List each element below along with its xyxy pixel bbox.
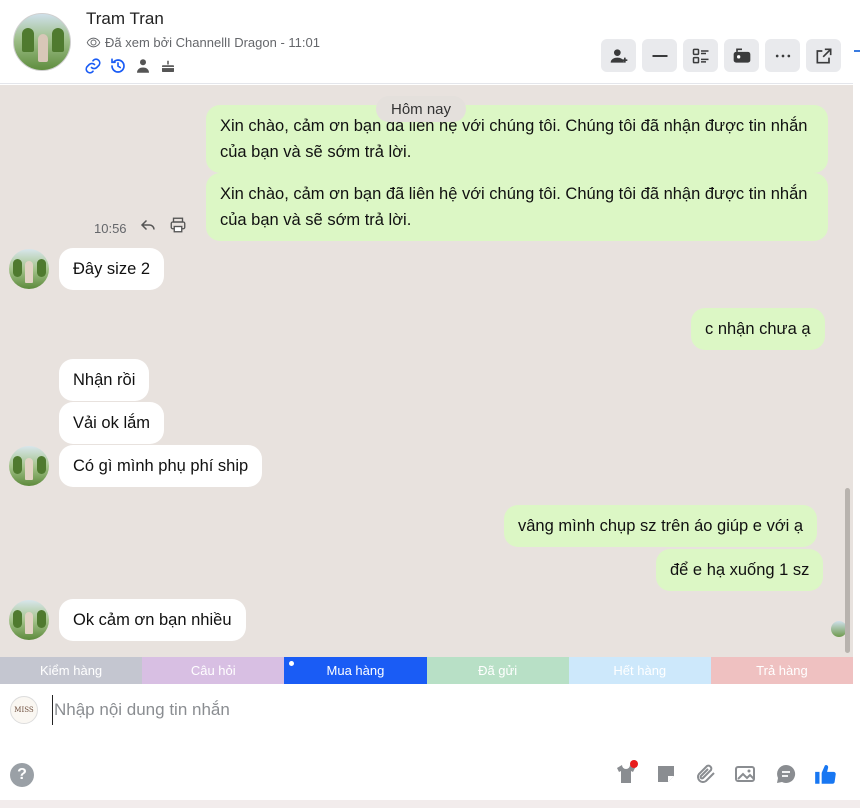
contact-name[interactable]: Tram Tran bbox=[86, 9, 164, 29]
message-list[interactable]: Hôm nay Xin chào, cảm ơn bạn đã liên hệ … bbox=[0, 85, 853, 657]
selected-dot bbox=[289, 661, 295, 666]
message-outgoing[interactable]: Xin chào, cảm ơn bạn đã liên hệ với chún… bbox=[206, 173, 828, 241]
label-tag-bar: Kiểm hàng Câu hỏi Mua hàng Đã gửi Hết hà… bbox=[0, 657, 854, 684]
tag-label: Câu hỏi bbox=[190, 663, 236, 678]
tag-cau-hoi[interactable]: Câu hỏi bbox=[142, 657, 285, 684]
external-link-icon[interactable] bbox=[806, 39, 841, 72]
tag-kiem-hang[interactable]: Kiểm hàng bbox=[0, 657, 143, 684]
message-input[interactable] bbox=[52, 695, 832, 725]
tag-label: Hết hàng bbox=[613, 663, 667, 678]
print-icon[interactable] bbox=[166, 213, 190, 237]
message-incoming[interactable]: Đây size 2 bbox=[59, 248, 165, 290]
message-outgoing[interactable]: Xin chào, cảm ơn bạn đã liên hệ với chún… bbox=[206, 105, 828, 173]
chat-header: Tram Tran Đã xem bởi ChannellI Dragon - … bbox=[0, 0, 853, 84]
message-incoming[interactable]: Ok cảm ơn bạn nhiều bbox=[59, 599, 246, 641]
history-icon[interactable] bbox=[109, 57, 127, 75]
tag-label: Mua hàng bbox=[326, 663, 385, 678]
tag-het-hang[interactable]: Hết hàng bbox=[568, 657, 711, 684]
message-outgoing[interactable]: để e hạ xuống 1 sz bbox=[656, 549, 824, 591]
tag-mua-hang[interactable]: Mua hàng bbox=[284, 657, 427, 684]
message-timestamp: 10:56 bbox=[94, 221, 127, 236]
tag-label: Trả hàng bbox=[756, 663, 808, 678]
message-outgoing[interactable]: vâng mình chụp sz trên áo giúp e với ạ bbox=[504, 505, 818, 547]
message-incoming[interactable]: Vải ok lắm bbox=[59, 402, 165, 444]
scrollbar-thumb[interactable] bbox=[845, 488, 850, 653]
quick-reply-icon[interactable] bbox=[772, 760, 799, 787]
tag-da-gui[interactable]: Đã gửi bbox=[426, 657, 569, 684]
composer-actions bbox=[612, 760, 839, 787]
mailbox-icon[interactable] bbox=[724, 39, 759, 72]
birthday-cake-icon[interactable] bbox=[159, 57, 177, 75]
add-user-icon[interactable] bbox=[601, 39, 636, 72]
help-icon[interactable]: ? bbox=[10, 763, 34, 787]
message-composer: MISS ? bbox=[0, 684, 853, 800]
seen-text: Đã xem bởi ChannellI Dragon - 11:01 bbox=[105, 35, 320, 50]
link-icon[interactable] bbox=[84, 57, 102, 75]
message-actions bbox=[136, 213, 190, 237]
minimize-icon[interactable] bbox=[642, 39, 677, 72]
tag-label: Kiểm hàng bbox=[40, 663, 103, 678]
details-list-icon[interactable] bbox=[683, 39, 718, 72]
product-shirt-icon[interactable] bbox=[612, 760, 639, 787]
header-toolbar bbox=[601, 39, 841, 72]
contact-avatar-small[interactable] bbox=[9, 600, 49, 640]
message-outgoing[interactable]: c nhận chưa ạ bbox=[691, 308, 825, 350]
tag-tra-hang[interactable]: Trả hàng bbox=[710, 657, 854, 684]
reply-icon[interactable] bbox=[136, 213, 160, 237]
date-separator: Hôm nay bbox=[376, 96, 467, 122]
attachment-icon[interactable] bbox=[692, 760, 719, 787]
footer-strip bbox=[0, 800, 860, 808]
more-icon[interactable] bbox=[765, 39, 800, 72]
eye-icon bbox=[86, 37, 101, 48]
contact-avatar[interactable] bbox=[13, 13, 71, 71]
like-icon[interactable] bbox=[812, 760, 839, 787]
contact-avatar-small[interactable] bbox=[9, 249, 49, 289]
message-incoming[interactable]: Nhận rồi bbox=[59, 359, 150, 401]
page-avatar[interactable]: MISS bbox=[10, 696, 38, 724]
person-icon[interactable] bbox=[134, 57, 152, 75]
window-edge-marker bbox=[854, 50, 860, 52]
contact-quick-icons bbox=[84, 57, 177, 75]
tag-label: Đã gửi bbox=[478, 663, 518, 678]
image-icon[interactable] bbox=[732, 760, 759, 787]
seen-status: Đã xem bởi ChannellI Dragon - 11:01 bbox=[86, 35, 320, 50]
sticker-icon[interactable] bbox=[652, 760, 679, 787]
notification-dot bbox=[630, 760, 638, 768]
contact-avatar-small[interactable] bbox=[9, 446, 49, 486]
message-incoming[interactable]: Có gì mình phụ phí ship bbox=[59, 445, 263, 487]
